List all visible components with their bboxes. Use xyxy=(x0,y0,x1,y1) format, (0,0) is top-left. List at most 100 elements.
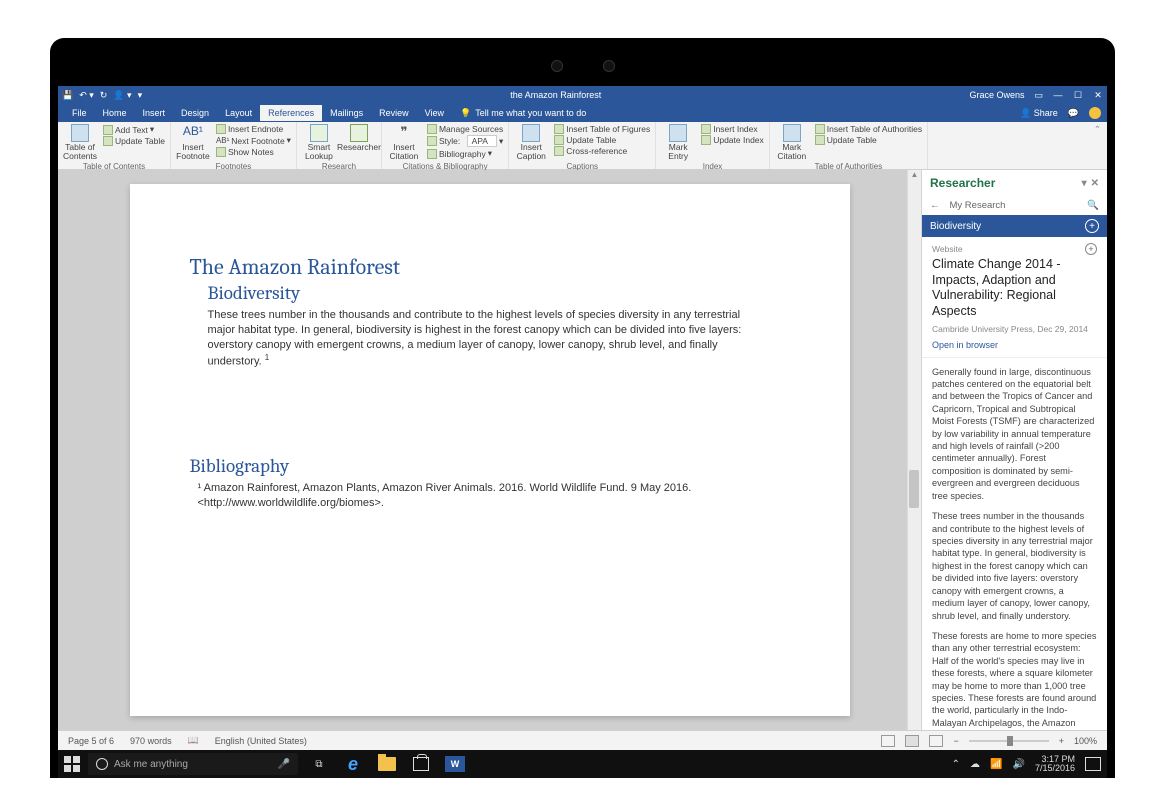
tab-file[interactable]: File xyxy=(64,105,95,121)
bibliography-entry[interactable]: ¹ Amazon Rainforest, Amazon Plants, Amaz… xyxy=(198,481,790,512)
bibliography-button[interactable]: Bibliography ▾ xyxy=(427,148,503,159)
redo-icon[interactable]: ↻ xyxy=(100,90,108,101)
insert-table-figures-button[interactable]: Insert Table of Figures xyxy=(554,124,650,134)
word-taskbar-icon[interactable]: W xyxy=(442,753,468,775)
mark-entry-button[interactable]: Mark Entry xyxy=(661,124,695,160)
excerpt-paragraph[interactable]: These trees number in the thousands and … xyxy=(932,510,1097,622)
bibliography-heading[interactable]: Bibliography xyxy=(190,455,790,477)
tab-design[interactable]: Design xyxy=(173,105,217,121)
store-icon[interactable] xyxy=(408,753,434,775)
zoom-out-button[interactable]: − xyxy=(953,736,958,746)
close-button[interactable]: ✕ xyxy=(1093,90,1103,101)
tab-insert[interactable]: Insert xyxy=(135,105,174,121)
zoom-level[interactable]: 100% xyxy=(1074,736,1097,746)
edge-icon[interactable]: e xyxy=(340,753,366,775)
add-topic-icon[interactable]: + xyxy=(1085,219,1099,233)
read-mode-icon[interactable] xyxy=(881,735,895,747)
wifi-icon[interactable]: 📶 xyxy=(990,759,1002,770)
maximize-button[interactable]: ☐ xyxy=(1073,90,1083,101)
next-footnote-button[interactable]: AB¹ Next Footnote ▾ xyxy=(216,135,291,146)
topic-bar[interactable]: Biodiversity + xyxy=(922,215,1107,237)
ribbon-display-icon[interactable]: ▭ xyxy=(1034,90,1043,101)
back-icon[interactable]: ← xyxy=(930,200,940,211)
add-text-label: Add Text xyxy=(115,125,148,135)
pane-close-icon[interactable]: ✕ xyxy=(1091,178,1099,189)
insert-index-button[interactable]: Insert Index xyxy=(701,124,764,134)
save-icon[interactable]: 💾 xyxy=(62,90,73,101)
tab-references[interactable]: References xyxy=(260,105,322,121)
word-count[interactable]: 970 words xyxy=(130,736,172,746)
zoom-in-button[interactable]: + xyxy=(1059,736,1064,746)
document-canvas[interactable]: The Amazon Rainforest Biodiversity These… xyxy=(58,170,921,730)
tell-me[interactable]: 💡 Tell me what you want to do xyxy=(460,108,586,119)
account-icon[interactable]: 👤 ▾ xyxy=(113,90,131,101)
user-name[interactable]: Grace Owens xyxy=(969,90,1024,100)
insert-caption-button[interactable]: Insert Caption xyxy=(514,124,548,160)
page[interactable]: The Amazon Rainforest Biodiversity These… xyxy=(130,184,850,716)
onedrive-icon[interactable]: ☁ xyxy=(970,759,980,770)
caption-icon xyxy=(522,124,540,142)
insert-footnote-button[interactable]: AB¹Insert Footnote xyxy=(176,124,210,160)
pane-options-icon[interactable]: ▾ xyxy=(1082,178,1087,189)
volume-icon[interactable]: 🔊 xyxy=(1013,759,1025,770)
open-in-browser-link[interactable]: Open in browser xyxy=(932,340,998,350)
add-text-button[interactable]: Add Text ▾ xyxy=(103,124,165,135)
style-value: APA xyxy=(467,135,497,147)
insert-endnote-button[interactable]: Insert Endnote xyxy=(216,124,291,134)
heading-1[interactable]: The Amazon Rainforest xyxy=(190,254,790,280)
share-button[interactable]: 👤 Share xyxy=(1020,108,1058,119)
tab-mailings[interactable]: Mailings xyxy=(322,105,371,121)
task-view-icon[interactable]: ⧉ xyxy=(306,753,332,775)
researcher-button[interactable]: Researcher xyxy=(342,124,376,152)
file-explorer-icon[interactable] xyxy=(374,753,400,775)
zoom-slider[interactable] xyxy=(969,740,1049,742)
print-layout-icon[interactable] xyxy=(905,735,919,747)
cross-reference-button[interactable]: Cross-reference xyxy=(554,146,650,156)
insert-endnote-label: Insert Endnote xyxy=(228,124,283,134)
show-notes-button[interactable]: Show Notes xyxy=(216,147,291,157)
mic-icon[interactable]: 🎤 xyxy=(278,759,290,770)
update-toa-button[interactable]: Update Table xyxy=(815,135,922,145)
body-paragraph[interactable]: These trees number in the thousands and … xyxy=(208,308,768,369)
clock[interactable]: 3:17 PM 7/15/2016 xyxy=(1035,755,1075,773)
update-toc-button[interactable]: Update Table xyxy=(103,136,165,146)
smart-lookup-button[interactable]: Smart Lookup xyxy=(302,124,336,160)
mark-citation-icon xyxy=(783,124,801,142)
insert-citation-button[interactable]: ❞Insert Citation xyxy=(387,124,421,160)
collapse-ribbon-icon[interactable]: ⌃ xyxy=(1088,122,1107,169)
tab-layout[interactable]: Layout xyxy=(217,105,260,121)
search-icon[interactable]: 🔍 xyxy=(1087,200,1099,211)
manage-sources-button[interactable]: Manage Sources xyxy=(427,124,503,134)
scrollbar-thumb[interactable] xyxy=(909,470,919,508)
insert-toa-button[interactable]: Insert Table of Authorities xyxy=(815,124,922,134)
source-card: Website+ Climate Change 2014 - Impacts, … xyxy=(922,237,1107,358)
smiley-icon[interactable] xyxy=(1089,107,1101,119)
page-indicator[interactable]: Page 5 of 6 xyxy=(68,736,114,746)
vertical-scrollbar[interactable]: ▲ xyxy=(907,170,921,730)
update-table-label: Update Table xyxy=(566,135,616,145)
zoom-slider-thumb[interactable] xyxy=(1007,736,1013,746)
tray-expand-icon[interactable]: ⌃ xyxy=(952,759,960,770)
language-indicator[interactable]: English (United States) xyxy=(215,736,307,746)
web-layout-icon[interactable] xyxy=(929,735,943,747)
tab-review[interactable]: Review xyxy=(371,105,417,121)
mark-entry-icon xyxy=(669,124,687,142)
cortana-search[interactable]: Ask me anything 🎤 xyxy=(88,753,298,775)
citation-style-dropdown[interactable]: Style: APA ▾ xyxy=(427,135,503,147)
update-index-button[interactable]: Update Index xyxy=(701,135,764,145)
minimize-button[interactable]: — xyxy=(1053,90,1063,100)
tab-home[interactable]: Home xyxy=(95,105,135,121)
excerpt-paragraph[interactable]: Generally found in large, discontinuous … xyxy=(932,366,1097,503)
update-table-button[interactable]: Update Table xyxy=(554,135,650,145)
action-center-icon[interactable] xyxy=(1085,757,1101,771)
comments-icon[interactable]: 💬 xyxy=(1068,108,1079,119)
start-button[interactable] xyxy=(64,756,80,772)
table-of-contents-button[interactable]: Table of Contents xyxy=(63,124,97,160)
heading-2[interactable]: Biodiversity xyxy=(208,282,790,304)
tab-view[interactable]: View xyxy=(417,105,452,121)
mark-citation-button[interactable]: Mark Citation xyxy=(775,124,809,160)
spellcheck-icon[interactable]: 📖 xyxy=(188,735,199,746)
add-source-icon[interactable]: + xyxy=(1085,243,1097,255)
undo-icon[interactable]: ↶ ▾ xyxy=(79,90,94,101)
my-research-link[interactable]: My Research xyxy=(950,200,1006,211)
